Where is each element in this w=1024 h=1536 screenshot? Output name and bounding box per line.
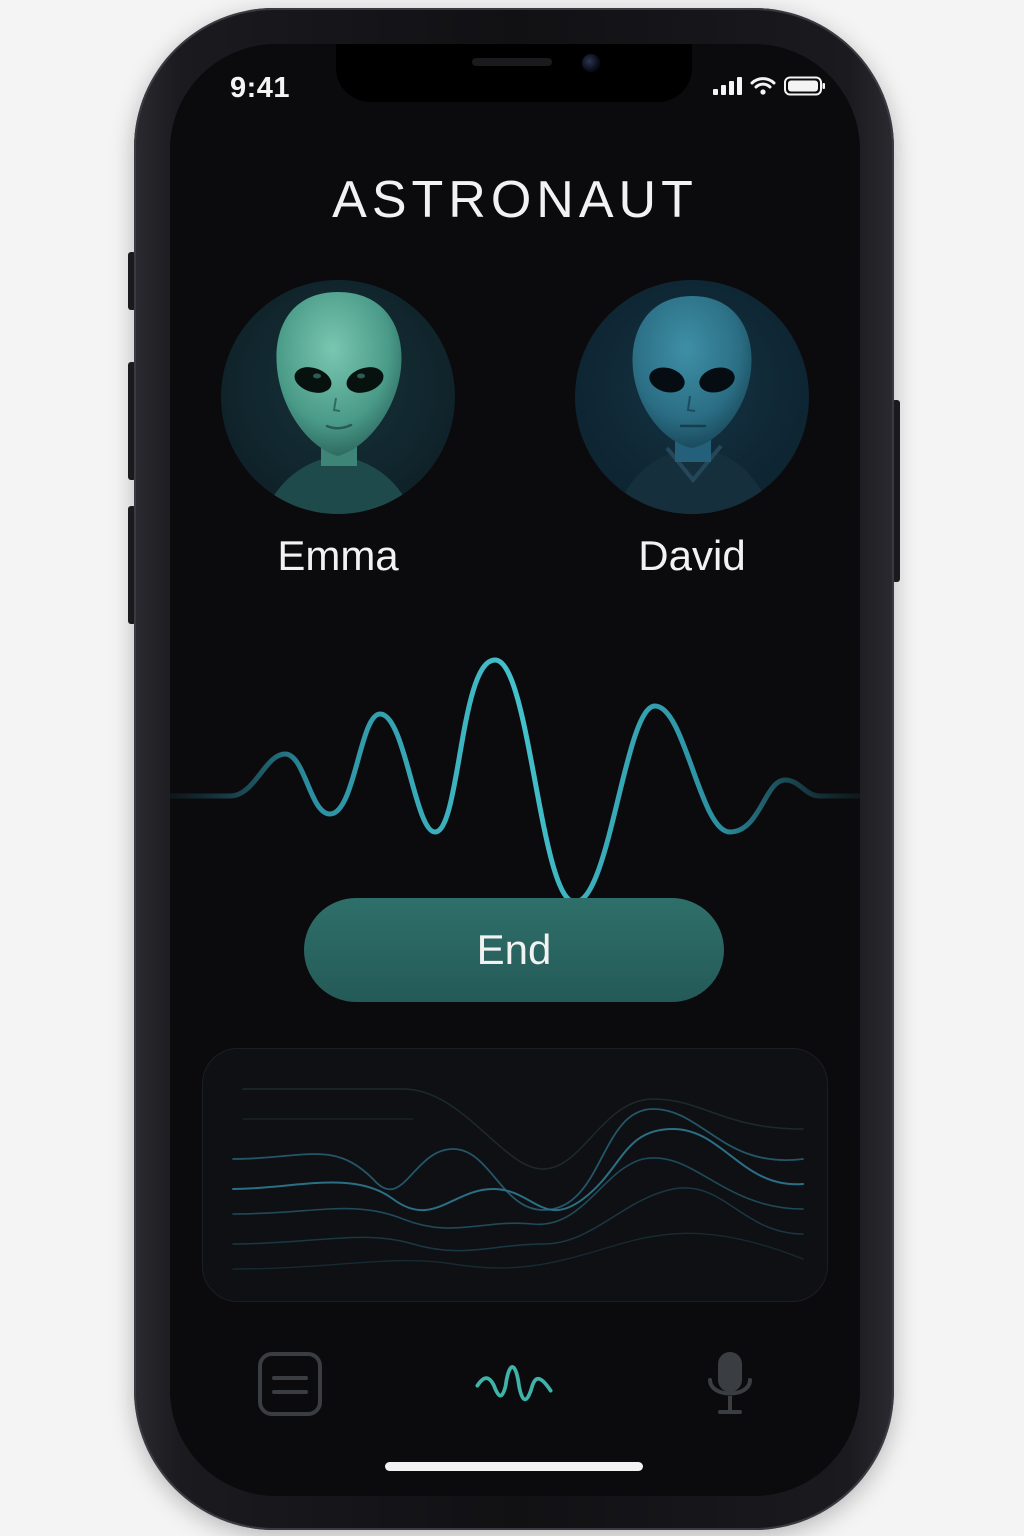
audio-visualizer — [232, 1088, 804, 1270]
alien-avatar — [613, 296, 773, 514]
signal-icon — [713, 77, 742, 95]
avatar-emma — [221, 280, 455, 514]
tab-microphone[interactable] — [690, 1344, 770, 1424]
notch — [336, 44, 692, 102]
microphone-icon — [708, 1352, 752, 1414]
tab-waveform[interactable] — [474, 1344, 554, 1424]
voice-waveform — [170, 657, 860, 905]
status-time: 9:41 — [230, 72, 291, 104]
status-icons — [713, 76, 826, 96]
participant-name-david: David — [638, 532, 746, 579]
earpiece-speaker — [472, 58, 552, 66]
battery-icon — [784, 76, 825, 96]
home-indicator[interactable] — [385, 1462, 643, 1471]
device-mockup: 9:41 ASTRONAUT Emma David End — [0, 0, 1024, 1536]
list-icon — [258, 1352, 322, 1416]
audio-visualizer-card — [202, 1048, 828, 1302]
app-title: ASTRONAUT — [332, 171, 698, 229]
participant-name-emma: Emma — [277, 532, 399, 579]
avatar-david — [575, 280, 809, 514]
waveform-icon — [475, 1365, 553, 1402]
tab-list[interactable] — [250, 1344, 330, 1424]
front-camera — [582, 54, 600, 72]
end-call-button[interactable]: End — [304, 898, 724, 1002]
alien-avatar — [263, 292, 414, 514]
wifi-icon — [750, 77, 776, 95]
screen: 9:41 ASTRONAUT Emma David End — [170, 44, 860, 1496]
